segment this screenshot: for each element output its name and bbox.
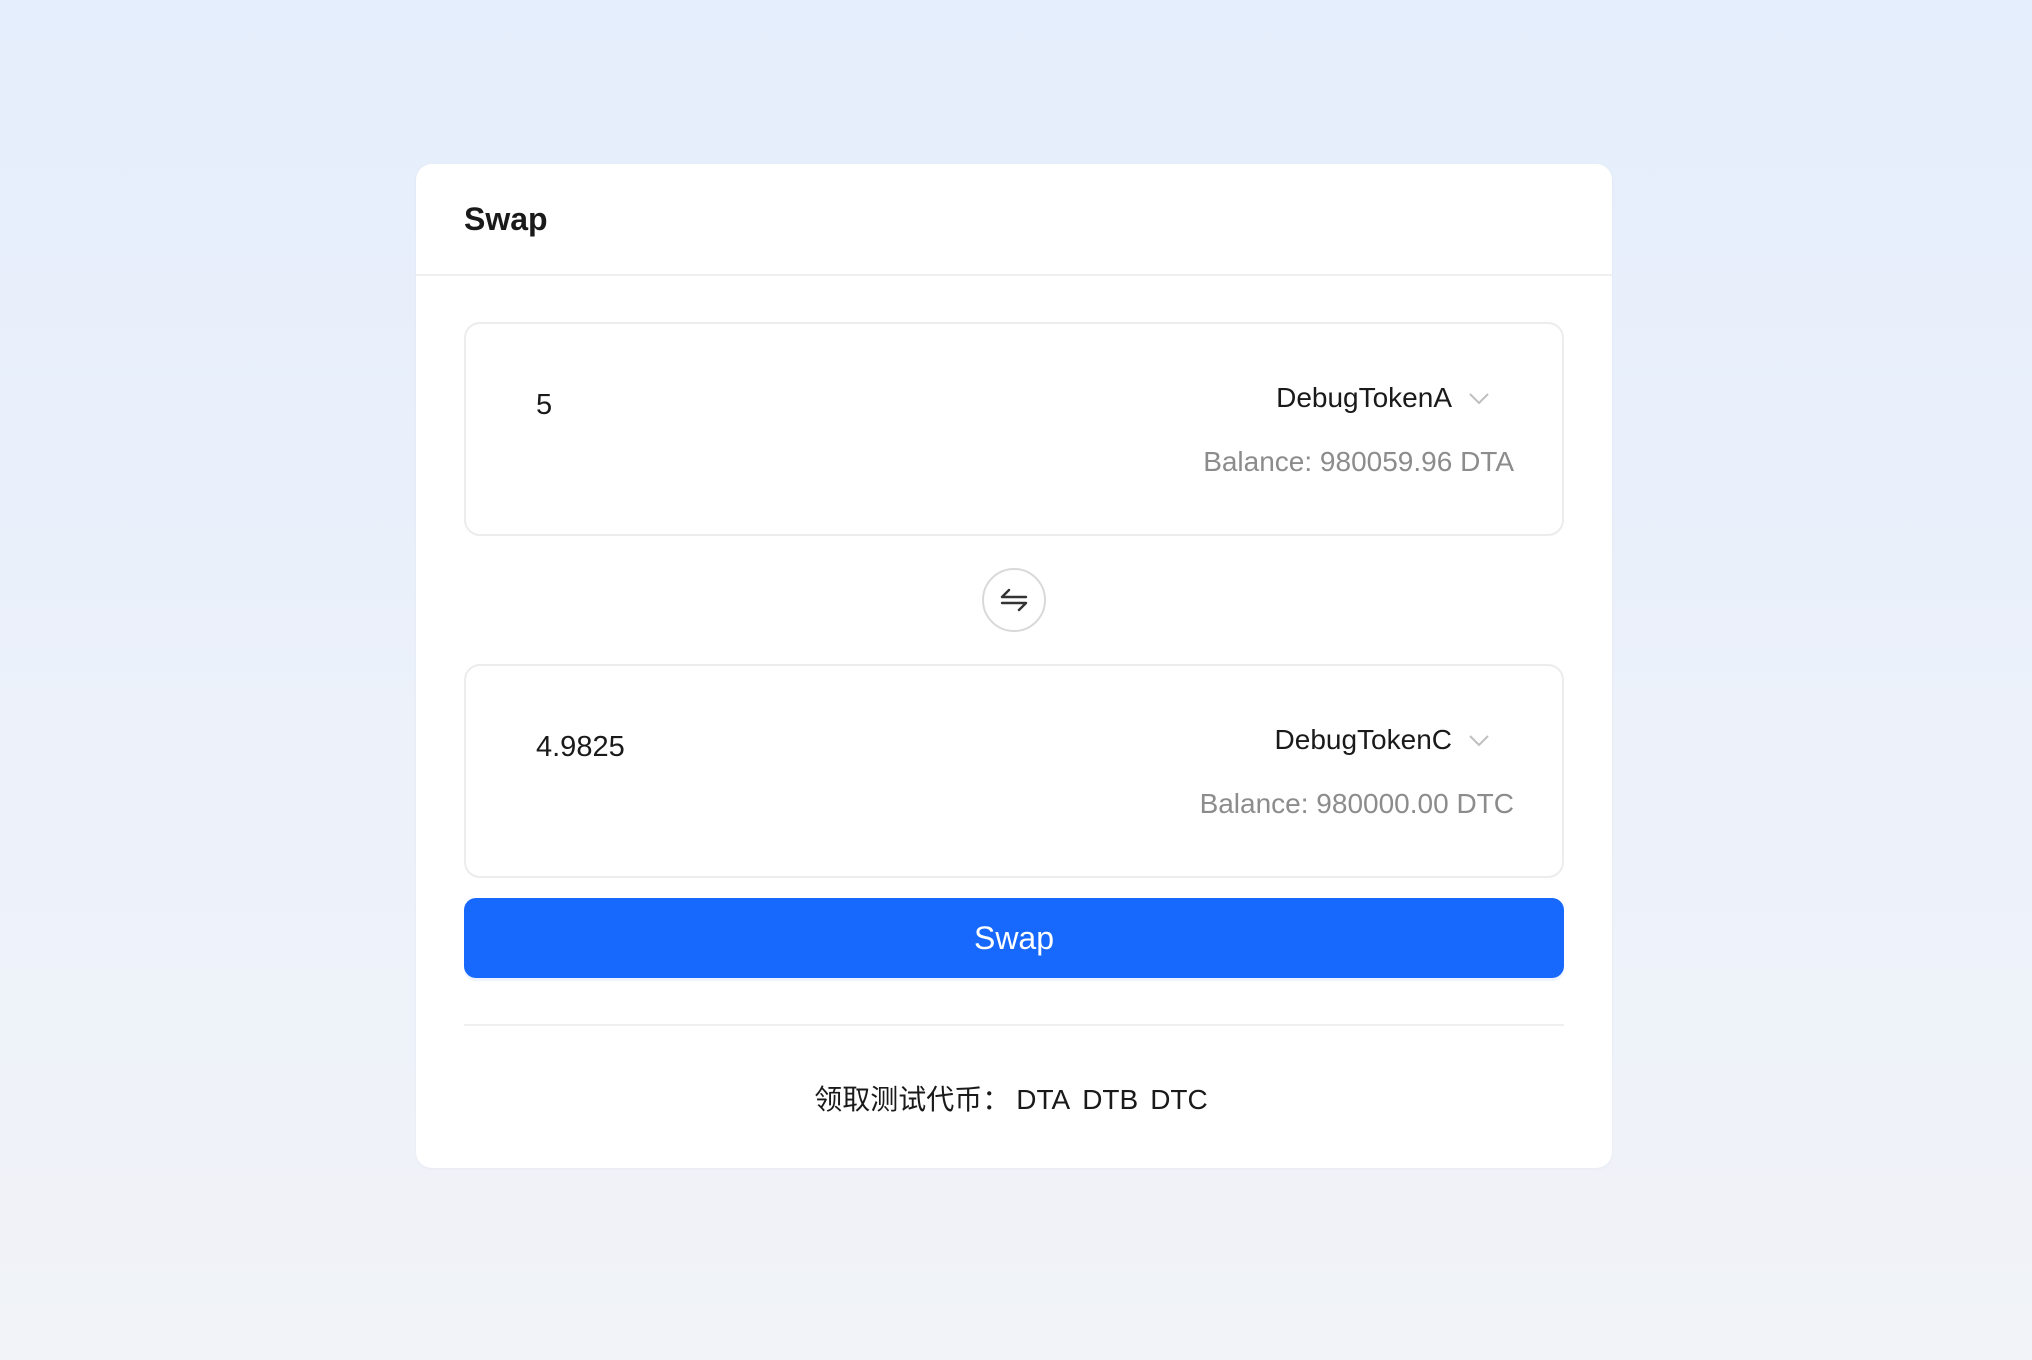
faucet-link-dtc[interactable]: DTC <box>1150 1084 1208 1115</box>
to-amount-input[interactable] <box>536 722 1036 772</box>
switch-direction-button[interactable] <box>982 568 1046 632</box>
from-token-name: DebugTokenA <box>1276 382 1452 413</box>
chevron-down-icon <box>1468 387 1490 409</box>
divider <box>464 1024 1564 1026</box>
to-balance: Balance: 980000.00 DTC <box>1199 788 1514 819</box>
card-header: Swap <box>416 164 1612 276</box>
to-token-panel: DebugTokenC Balance: 980000.00 DTC <box>464 664 1564 878</box>
switch-row <box>464 536 1564 664</box>
from-token-panel: DebugTokenA Balance: 980059.96 DTA <box>464 322 1564 536</box>
swap-card: Swap DebugTokenA Balance: 980059.96 DTA <box>416 164 1612 1168</box>
from-token-select[interactable]: DebugTokenA <box>1276 376 1490 420</box>
faucet-row: 领取测试代币： DTA DTB DTC <box>464 1078 1564 1118</box>
faucet-link-dtb[interactable]: DTB <box>1082 1084 1138 1115</box>
from-amount-input[interactable] <box>536 380 1036 430</box>
faucet-link-dta[interactable]: DTA <box>1016 1084 1070 1115</box>
swap-arrows-icon <box>998 584 1030 616</box>
card-body: DebugTokenA Balance: 980059.96 DTA <box>416 276 1612 1118</box>
chevron-down-icon <box>1468 729 1490 751</box>
faucet-label: 领取测试代币： <box>814 1084 1011 1115</box>
card-title: Swap <box>464 200 548 237</box>
to-token-select[interactable]: DebugTokenC <box>1275 718 1490 762</box>
swap-button[interactable]: Swap <box>464 898 1564 978</box>
to-token-name: DebugTokenC <box>1274 724 1452 755</box>
from-balance: Balance: 980059.96 DTA <box>1203 446 1514 477</box>
